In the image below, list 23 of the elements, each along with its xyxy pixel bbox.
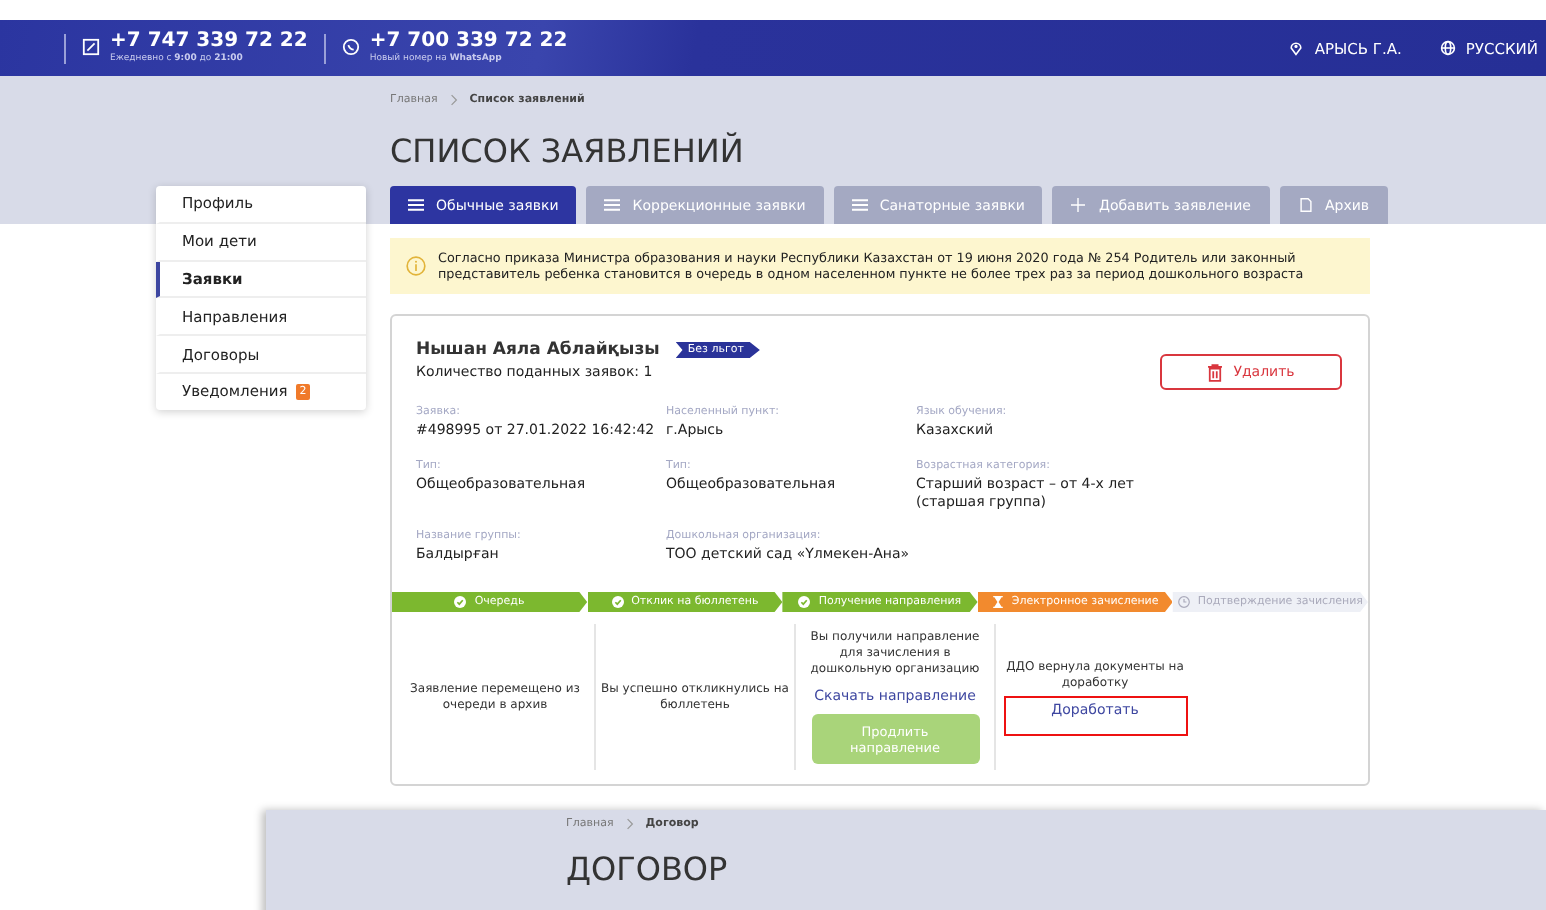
list-icon <box>408 198 424 212</box>
info-icon <box>406 256 426 276</box>
page-title: СПИСОК ЗАЯВЛЕНИЙ <box>390 132 746 174</box>
globe-icon <box>1439 40 1456 56</box>
location-pin-icon <box>1288 40 1305 56</box>
check-icon <box>611 596 624 608</box>
check-icon <box>798 596 811 608</box>
plus-icon <box>1070 198 1087 212</box>
check-icon <box>454 596 467 608</box>
chevron-icon <box>449 94 458 106</box>
whatsapp-icon <box>341 37 360 56</box>
page-title: ДОГОВОР <box>566 850 730 892</box>
chevron-icon <box>625 818 634 830</box>
phone-number[interactable]: +7 747 339 72 22 <box>110 31 308 52</box>
document-icon <box>1297 198 1313 212</box>
whatsapp-number[interactable]: +7 700 339 72 22 <box>369 31 568 52</box>
trash-icon <box>1207 363 1222 381</box>
list-icon <box>604 198 621 212</box>
phone-icon <box>82 37 100 56</box>
child-name: Нышан Аяла Аблайқызы <box>416 340 660 360</box>
list-icon <box>851 198 868 212</box>
clock-icon <box>1177 596 1190 608</box>
hourglass-icon <box>991 596 1004 608</box>
